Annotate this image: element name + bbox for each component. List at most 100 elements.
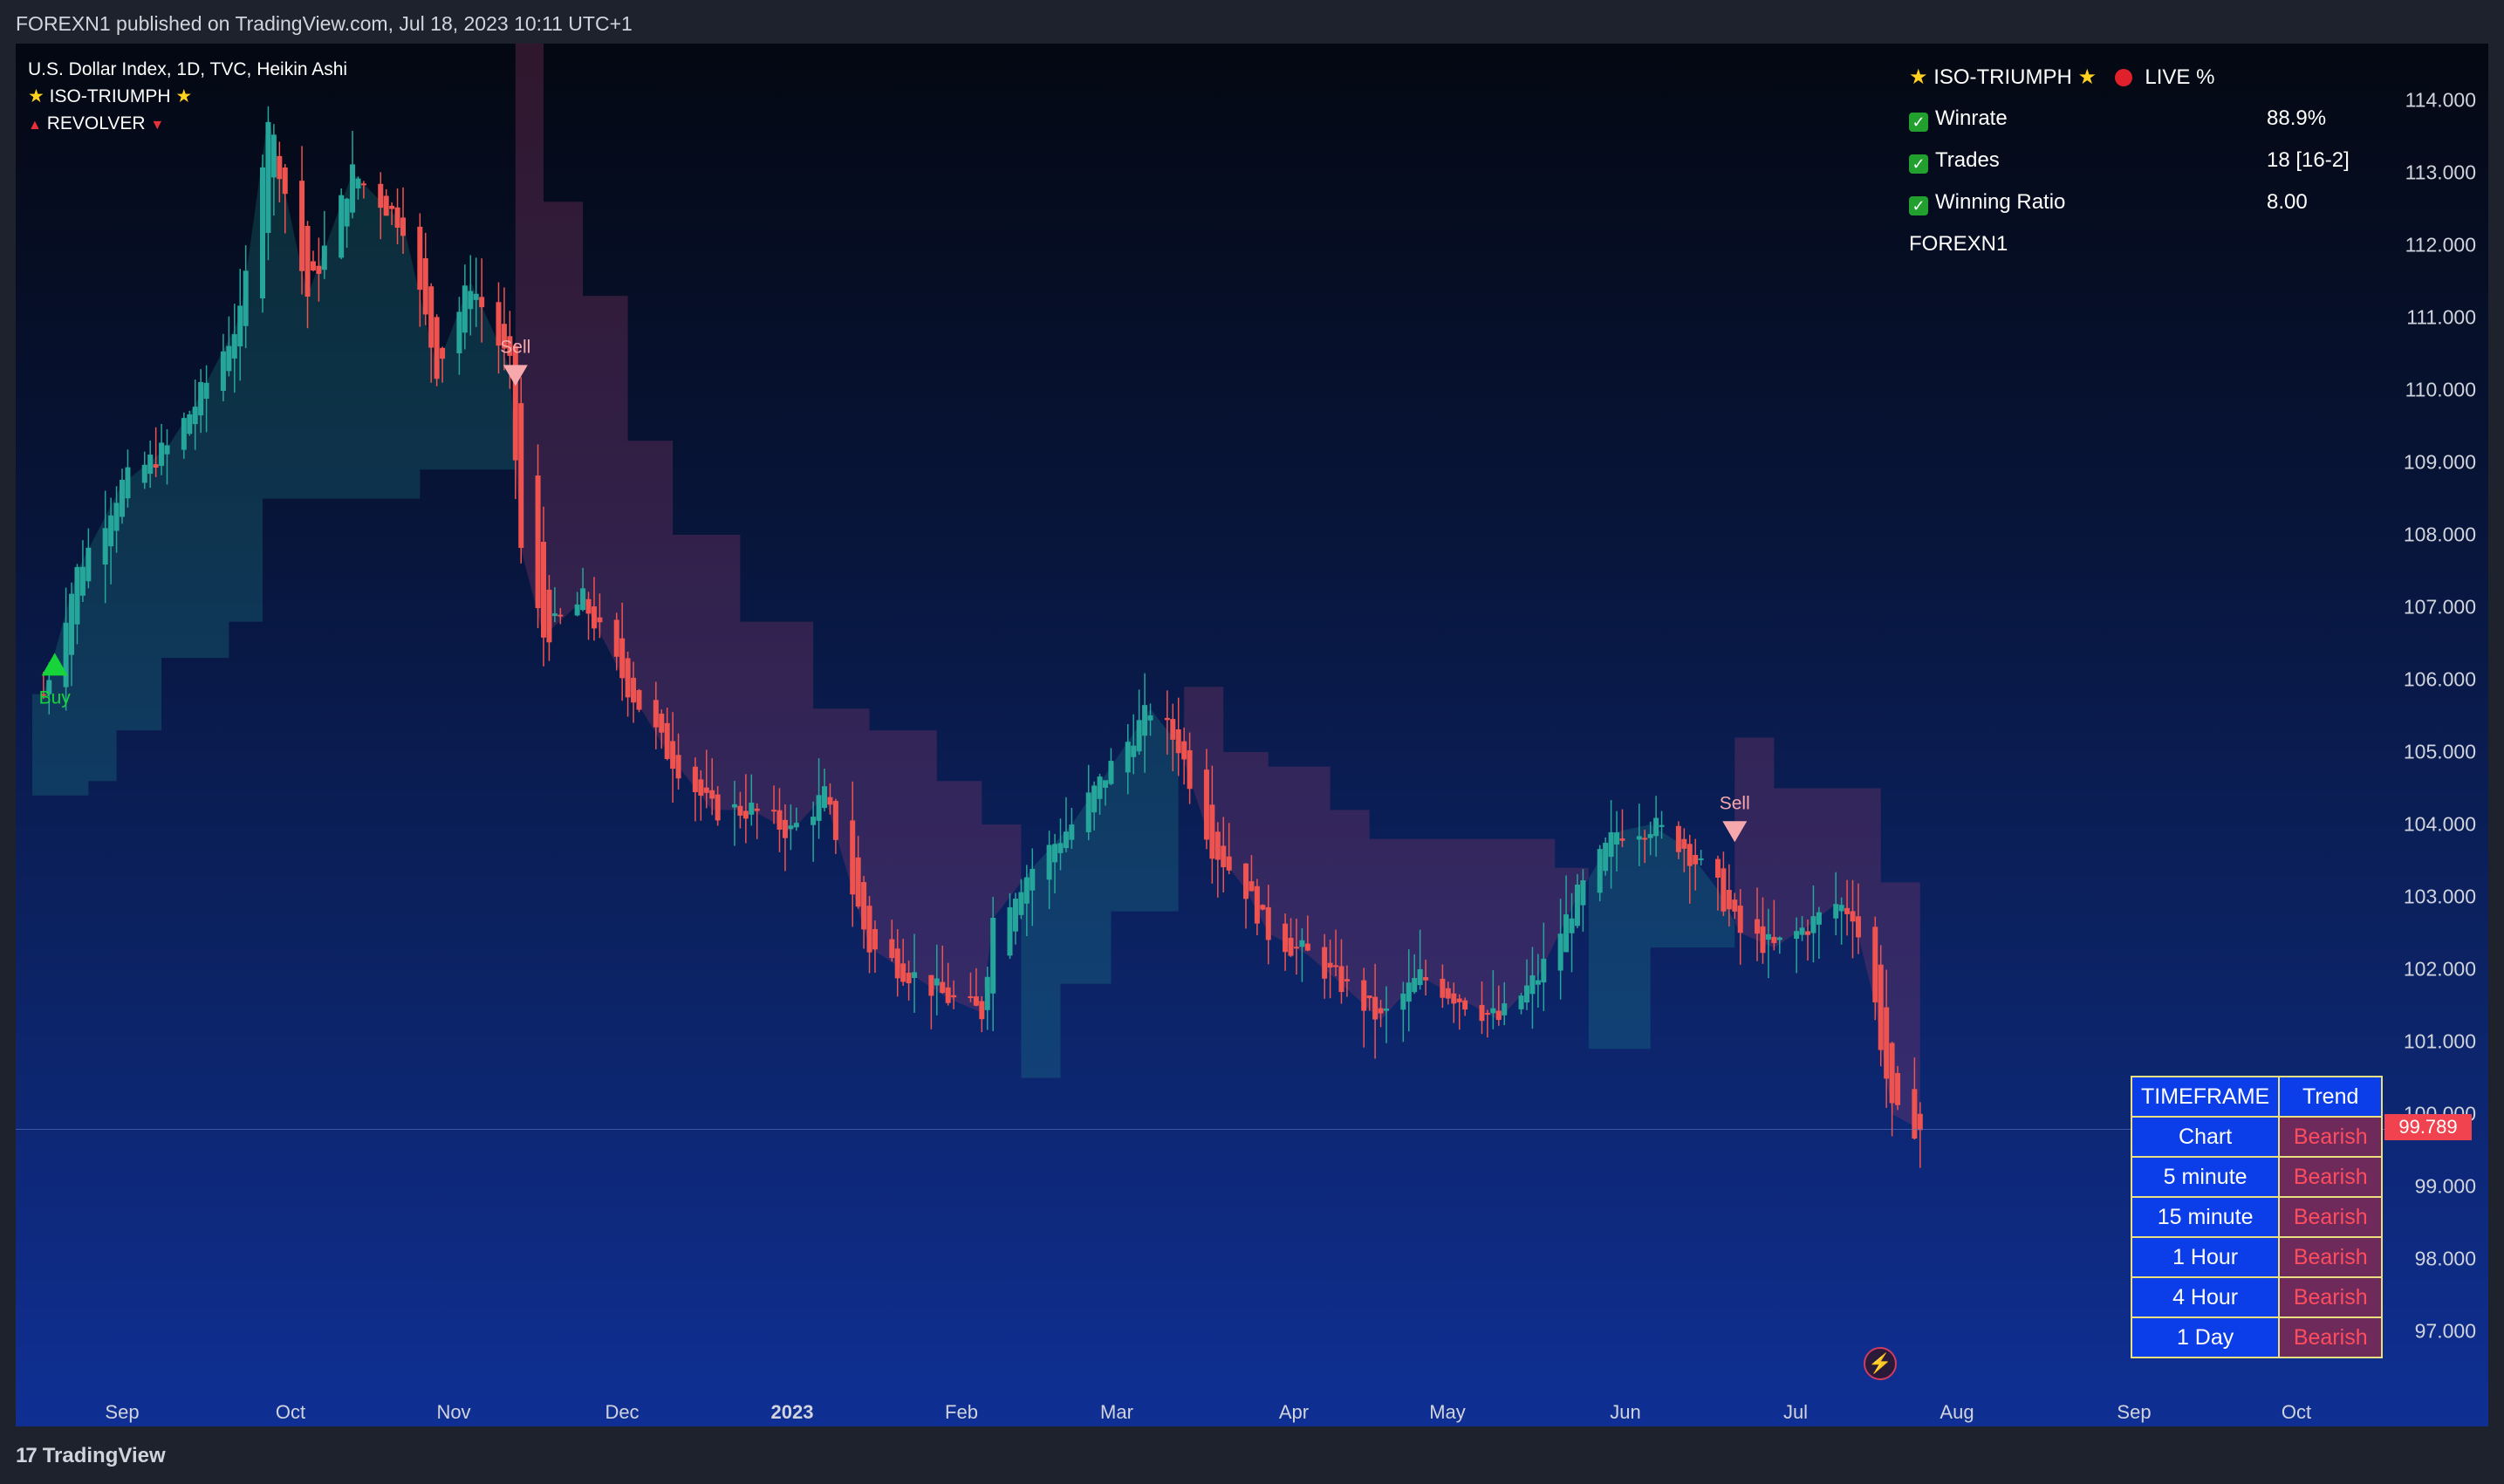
candle-body [1052, 844, 1058, 863]
candle-body [422, 258, 428, 315]
time-tick: Sep [2117, 1401, 2152, 1423]
candle-body [147, 455, 154, 475]
candle-body [181, 418, 187, 450]
candle-body [231, 334, 237, 359]
candle-body [866, 906, 872, 953]
candle-body [1187, 750, 1193, 790]
candle-body [850, 820, 856, 895]
time-tick: Jul [1782, 1401, 1809, 1423]
candle-body [1203, 769, 1209, 840]
triangle-up-icon: ▲ [28, 118, 42, 133]
star-icon: ★ [175, 86, 193, 106]
candle-body [1681, 838, 1687, 849]
candle-body [74, 566, 80, 625]
candle-body [1799, 927, 1805, 935]
check-icon: ✓ [1909, 113, 1928, 132]
candle-body [1085, 792, 1091, 832]
candle-body [282, 168, 288, 195]
table-row: 4 Hour Bearish [2130, 1276, 2384, 1318]
candle-body [1288, 937, 1294, 956]
footer-bar: 17 TradingView [0, 1426, 2504, 1484]
candle-body [1889, 1043, 1895, 1104]
candle-body [827, 797, 833, 805]
buy-signal-label: Buy [39, 687, 72, 708]
candle-body [1293, 947, 1299, 949]
candle-body [861, 882, 867, 930]
time-tick: Apr [1278, 1401, 1310, 1423]
sell-signal-label: Sell [1720, 793, 1750, 813]
candle-body [277, 155, 283, 180]
candle-body [1338, 966, 1344, 993]
price-tick: 99.000 [2414, 1174, 2476, 1198]
candle-body [1479, 1004, 1485, 1022]
price-chart[interactable]: Buy Sell Sell [16, 44, 2488, 1426]
price-tick: 104.000 [2403, 812, 2476, 836]
table-cell-trend: Bearish [2278, 1116, 2384, 1158]
candle-body [928, 975, 934, 996]
candle-body [187, 414, 193, 434]
candle-body [1884, 1007, 1890, 1079]
candle-body [1765, 933, 1771, 940]
candle-body [383, 195, 389, 216]
legend-iso-triumph[interactable]: ★ ISO-TRIUMPH ★ [28, 83, 347, 110]
candle-body [237, 305, 243, 347]
brand-name: TradingView [42, 1444, 166, 1467]
chart-legend: U.S. Dollar Index, 1D, TVC, Heikin Ashi … [28, 56, 347, 139]
price-tick: 105.000 [2403, 740, 2476, 763]
candle-body [394, 207, 400, 229]
candle-body [113, 503, 120, 531]
stat-label: Winning Ratio [1935, 190, 2066, 214]
publish-bar: FOREXN1 published on TradingView.com, Ju… [0, 0, 2504, 44]
table-row: 15 minute Bearish [2130, 1196, 2384, 1238]
candle-body [1400, 993, 1406, 1010]
candle-body [1563, 914, 1570, 953]
candle-body [1529, 975, 1536, 995]
candle-body [1023, 877, 1030, 904]
chart-area[interactable]: Buy Sell Sell U.S. Dollar Index, 1D, TVC, … [16, 44, 2488, 1426]
candle-body [360, 183, 366, 186]
stat-value: 18 [16-2] [2267, 148, 2350, 172]
table-cell-timeframe: Chart [2130, 1116, 2281, 1158]
candle-body [1693, 854, 1699, 865]
candle-body [203, 382, 209, 400]
tradingview-logo[interactable]: 17 TradingView [16, 1444, 166, 1468]
candle-body [1569, 918, 1575, 933]
time-tick: 2023 [770, 1401, 814, 1423]
stats-title: ISO-TRIUMPH [1933, 65, 2072, 89]
candle-body [653, 700, 659, 728]
candle-body [1557, 933, 1563, 971]
candle-body [434, 317, 440, 380]
candle-body [1732, 899, 1738, 912]
time-tick: Nov [436, 1401, 471, 1423]
candle-body [619, 638, 626, 679]
candle-body [400, 217, 406, 236]
candle-body [1653, 817, 1659, 837]
time-tick: May [1429, 1401, 1466, 1423]
candle-body [979, 1001, 985, 1020]
legend-revolver[interactable]: ▲ REVOLVER ▼ [28, 110, 347, 139]
candle-body [1451, 993, 1457, 1004]
candle-body [1580, 880, 1586, 906]
candle-body [468, 291, 474, 310]
time-tick: Oct [275, 1401, 306, 1423]
candle-body [378, 183, 384, 209]
candle-body [968, 995, 974, 998]
price-tick: 114.000 [2405, 88, 2476, 112]
candle-body [551, 613, 558, 617]
candle-body [1816, 912, 1822, 925]
stats-author: FOREXN1 [1909, 232, 2008, 256]
candle-body [310, 261, 316, 270]
time-tick: Dec [605, 1401, 640, 1423]
candle-body [832, 800, 838, 840]
price-axis[interactable]: 114.000 113.000 112.000 111.000 110.000 … [2389, 44, 2488, 1426]
candle-body [1614, 832, 1620, 845]
live-dot-icon [2114, 69, 2132, 86]
price-tick: 110.000 [2405, 378, 2476, 401]
candle-body [1805, 931, 1810, 935]
lightning-icon[interactable]: ⚡ [1864, 1347, 1897, 1380]
time-tick: Oct [2281, 1401, 2312, 1423]
candle-body [220, 351, 226, 391]
candle-body [226, 345, 232, 372]
candle-body [1423, 977, 1429, 981]
candle-body [125, 467, 131, 499]
